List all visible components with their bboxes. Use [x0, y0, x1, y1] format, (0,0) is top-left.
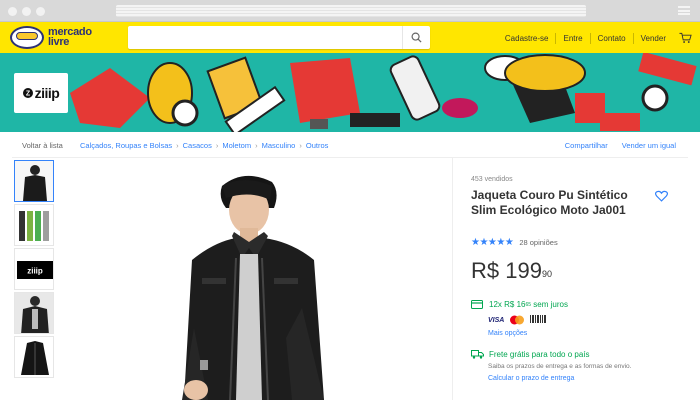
search-icon: [411, 32, 422, 43]
payment-cards: VISA: [488, 315, 547, 325]
installments-suffix: sem juros: [533, 300, 568, 309]
breadcrumb-actions: Compartilhar Vender um igual: [553, 141, 676, 150]
cart-icon[interactable]: [679, 32, 692, 44]
product-info-panel: 453 vendidos Jaqueta Couro Pu Sintético …: [452, 158, 688, 400]
product-title: Jaqueta Couro Pu Sintético Slim Ecológic…: [471, 188, 628, 217]
store-banner: Z ziiip: [0, 53, 700, 132]
sell-similar-link[interactable]: Vender um igual: [622, 141, 676, 150]
breadcrumb-item[interactable]: Moletom: [222, 141, 251, 150]
more-payment-options-link[interactable]: Mais opções: [488, 330, 527, 337]
nav-login-link[interactable]: Entre: [556, 32, 591, 44]
rating-stars: ★★★★★: [471, 237, 514, 248]
svg-text:Z: Z: [25, 91, 30, 98]
price-cents: 90: [541, 269, 552, 279]
breadcrumb-separator: ›: [299, 141, 302, 150]
store-logo-mark-icon: Z: [22, 88, 33, 98]
breadcrumb-trail: Calçados, Roupas e Bolsas › Casacos › Mo…: [80, 141, 328, 150]
breadcrumb-separator: ›: [255, 141, 258, 150]
nav-sell-link[interactable]: Vender: [634, 33, 673, 44]
mercado-livre-logo[interactable]: mercado livre: [10, 25, 122, 51]
installments: 12x R$ 16 65 sem juros: [471, 300, 568, 309]
window-maximize-dot[interactable]: [36, 7, 45, 16]
breadcrumb-item[interactable]: Masculino: [262, 141, 296, 150]
credit-card-icon: [471, 300, 483, 309]
boleto-barcode-icon: [530, 315, 547, 323]
installments-cents: 65: [525, 301, 532, 308]
nav-contact-link[interactable]: Contato: [591, 32, 634, 44]
flat-thumbnail-image: [15, 337, 53, 377]
free-shipping: Frete grátis para todo o país: [471, 350, 590, 359]
jacket-thumbnail-image: [15, 161, 53, 201]
search-input[interactable]: [128, 26, 402, 49]
calculate-delivery-link[interactable]: Calcular o prazo de entrega: [488, 375, 574, 382]
browser-toolbar: [0, 0, 700, 22]
sold-count: 453 vendidos: [471, 176, 513, 183]
handshake-icon: [16, 32, 38, 40]
site-header: mercado livre Cadastre-se Entre Contato …: [0, 22, 700, 53]
visa-logo: VISA: [488, 316, 505, 324]
store-logo-text: ziiip: [34, 85, 60, 101]
shipping-title: Frete grátis para todo o país: [489, 350, 590, 359]
thumbnail-color-swatches[interactable]: [14, 204, 54, 246]
product-card: Voltar à lista Calçados, Roupas e Bolsas…: [12, 132, 688, 400]
window-close-dot[interactable]: [8, 7, 17, 16]
price-integer: 199: [505, 258, 542, 283]
thumbnail-jacket-flat[interactable]: [14, 336, 54, 378]
brand-thumbnail-image: ziiip: [15, 249, 53, 289]
breadcrumb-separator: ›: [176, 141, 179, 150]
truck-icon: [471, 350, 484, 359]
thumbnail-brand-logo[interactable]: ziiip: [14, 248, 54, 290]
share-link[interactable]: Compartilhar: [565, 141, 608, 150]
header-nav: Cadastre-se Entre Contato Vender: [498, 31, 692, 45]
rating[interactable]: ★★★★★ 28 opiniões: [471, 237, 558, 248]
opinions-count[interactable]: 28 opiniões: [519, 238, 557, 247]
breadcrumb-item[interactable]: Casacos: [183, 141, 212, 150]
installments-text: 12x R$ 16: [489, 300, 526, 309]
browser-menu-icon[interactable]: [678, 6, 690, 15]
model-thumbnail-image: [15, 293, 53, 333]
search-bar: [128, 26, 430, 49]
thumbnail-jacket-front[interactable]: [14, 160, 54, 202]
mastercard-logo-icon: [510, 315, 525, 325]
banner-pattern: [70, 53, 697, 132]
product-main-image[interactable]: [174, 168, 354, 400]
price-currency: R$: [471, 258, 500, 283]
svg-text:ziiip: ziiip: [27, 267, 43, 276]
product-price: R$ 19990: [471, 258, 552, 284]
swatches-thumbnail-image: [15, 205, 53, 245]
shipping-subtitle: Saiba os prazos de entrega e as formas d…: [488, 363, 632, 370]
breadcrumb-item[interactable]: Calçados, Roupas e Bolsas: [80, 141, 172, 150]
search-button[interactable]: [402, 26, 430, 49]
nav-signup-link[interactable]: Cadastre-se: [498, 32, 557, 44]
breadcrumb-separator: ›: [215, 141, 219, 150]
thumbnail-jacket-model[interactable]: [14, 292, 54, 334]
store-logo[interactable]: Z ziiip: [14, 73, 68, 113]
breadcrumb-item[interactable]: Outros: [306, 141, 329, 150]
breadcrumb: Voltar à lista Calçados, Roupas e Bolsas…: [12, 132, 688, 158]
favorite-heart-icon[interactable]: [655, 190, 668, 202]
window-minimize-dot[interactable]: [22, 7, 31, 16]
address-bar[interactable]: [116, 5, 586, 17]
logo-text: mercado livre: [48, 26, 92, 48]
back-to-list-link[interactable]: Voltar à lista: [22, 141, 63, 150]
